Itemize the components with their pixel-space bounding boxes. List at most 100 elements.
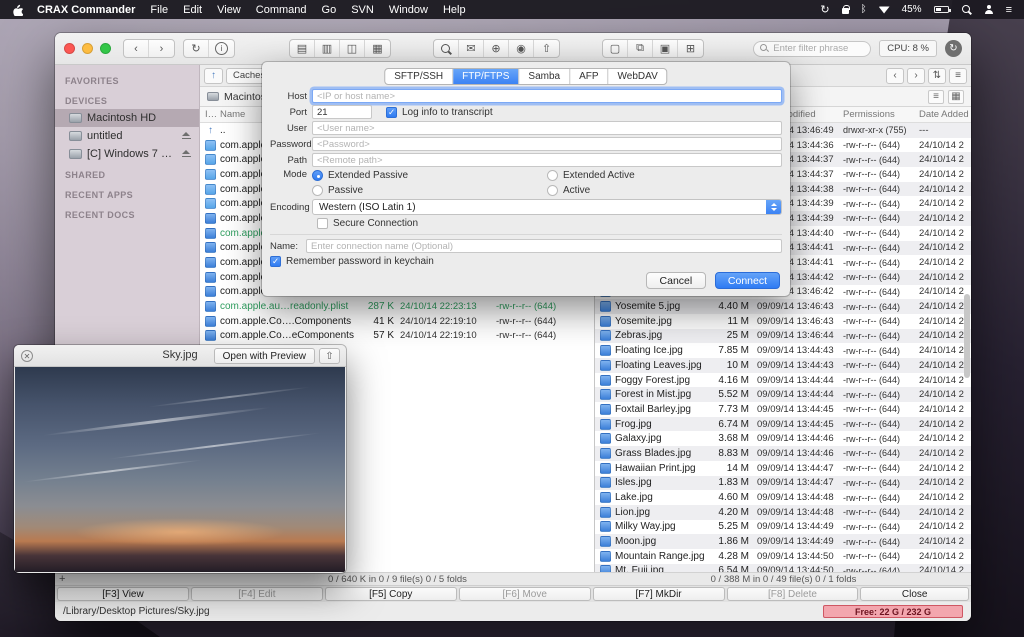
function-key-button[interactable]: [F7] MkDir — [593, 587, 725, 601]
file-row[interactable]: Zebras.jpg 25 M 09/09/14 13:46:44 -rw-r-… — [595, 329, 971, 344]
file-row[interactable]: Mountain Range.jpg 4.28 M 09/09/14 13:44… — [595, 549, 971, 564]
zoom-window-button[interactable] — [100, 43, 111, 54]
share-icon[interactable]: ⇧ — [319, 348, 340, 364]
back-icon[interactable]: ‹ — [886, 68, 904, 84]
share-icon[interactable]: ⇧ — [534, 40, 559, 57]
new-file-icon[interactable]: ▢ — [603, 40, 628, 57]
function-key-button[interactable]: [F4] Edit — [191, 587, 323, 601]
info-icon[interactable] — [209, 40, 234, 57]
column-header[interactable]: Date Added — [919, 109, 971, 120]
menubar-menu[interactable]: Go — [322, 4, 337, 16]
apple-menu-icon[interactable] — [12, 3, 23, 16]
secure-connection-checkbox[interactable]: Secure Connection — [317, 218, 418, 229]
host-input[interactable] — [312, 89, 782, 103]
connect-button[interactable]: Connect — [715, 272, 780, 289]
column-header[interactable]: I… — [200, 109, 220, 120]
remember-password-checkbox[interactable]: ✓ Remember password in keychain — [270, 256, 434, 267]
battery-icon[interactable] — [934, 6, 949, 13]
mode-radio[interactable]: Extended Passive — [312, 170, 547, 181]
file-row[interactable]: Grass Blades.jpg 8.83 M 09/09/14 13:44:4… — [595, 446, 971, 461]
filter-list-icon[interactable]: ≡ — [949, 68, 967, 84]
network-icon[interactable]: ⊕ — [484, 40, 509, 57]
spotlight-icon[interactable] — [961, 4, 972, 15]
mode-radio[interactable]: Extended Active — [547, 170, 635, 181]
password-input[interactable] — [312, 137, 782, 151]
function-key-button[interactable]: [F3] View — [57, 587, 189, 601]
file-row[interactable]: Foxtail Barley.jpg 7.73 M 09/09/14 13:44… — [595, 402, 971, 417]
file-row[interactable]: Galaxy.jpg 3.68 M 09/09/14 13:44:46 -rw-… — [595, 431, 971, 446]
list-view-icon[interactable]: ≡ — [928, 90, 944, 104]
mail-icon[interactable]: ✉ — [459, 40, 484, 57]
view-dual-pane-icon[interactable]: ◫ — [340, 40, 365, 57]
file-row[interactable]: Yosemite 5.jpg 4.40 M 09/09/14 13:46:43 … — [595, 299, 971, 314]
column-header[interactable]: Permissions — [843, 109, 919, 120]
file-row[interactable]: Isles.jpg 1.83 M 09/09/14 13:44:47 -rw-r… — [595, 476, 971, 491]
filter-input[interactable] — [773, 43, 864, 54]
file-row[interactable]: Yosemite.jpg 11 M 09/09/14 13:46:43 -rw-… — [595, 314, 971, 329]
sync-icon[interactable]: ↻ — [945, 40, 962, 57]
function-key-button[interactable]: Close — [860, 587, 969, 601]
sort-icon[interactable]: ⇅ — [928, 68, 946, 84]
view-brief-icon[interactable]: ▥ — [315, 40, 340, 57]
bluetooth-icon[interactable]: ᛒ — [861, 4, 867, 15]
path-input[interactable] — [312, 153, 782, 167]
eject-icon[interactable] — [182, 150, 191, 158]
menubar-menu[interactable]: Edit — [183, 4, 202, 16]
window-titlebar[interactable]: ‹› ↻ ▤▥◫▦ ✉⊕◉⇧ ▢⧉▣⊞ CPU: 8 % ↻ — [55, 33, 971, 65]
add-tab-button[interactable]: + — [59, 573, 65, 585]
parent-folder-button[interactable]: ↑ — [204, 68, 223, 84]
menubar-menu[interactable]: Help — [443, 4, 466, 16]
menubar-menu[interactable]: Window — [389, 4, 428, 16]
open-with-preview-button[interactable]: Open with Preview — [214, 348, 315, 364]
file-row[interactable]: com.apple.Co….Components 41 K 24/10/14 2… — [200, 314, 594, 329]
sidebar-item[interactable]: Macintosh HD — [55, 109, 199, 127]
cancel-button[interactable]: Cancel — [646, 272, 706, 289]
refresh-icon[interactable]: ↻ — [184, 40, 209, 57]
file-row[interactable]: com.apple.Co…eComponents 57 K 24/10/14 2… — [200, 329, 594, 344]
dialog-tab[interactable]: SFTP/SSH — [385, 69, 453, 84]
port-input[interactable] — [312, 105, 372, 119]
dialog-tab[interactable]: AFP — [570, 69, 608, 84]
mode-radio[interactable]: Active — [547, 185, 635, 196]
right-panel-scrollbar[interactable] — [964, 294, 970, 378]
new-folder-icon[interactable]: ⊞ — [678, 40, 703, 57]
notification-center-icon[interactable]: ≡ — [1006, 4, 1012, 16]
dialog-tab[interactable]: FTP/FTPS — [453, 69, 519, 84]
encoding-select[interactable]: Western (ISO Latin 1) — [312, 199, 782, 215]
wifi-icon[interactable] — [879, 6, 890, 14]
file-row[interactable]: Floating Leaves.jpg 10 M 09/09/14 13:44:… — [595, 358, 971, 373]
mode-radio[interactable]: Passive — [312, 185, 547, 196]
search-icon[interactable] — [434, 40, 459, 57]
lock-icon[interactable] — [842, 5, 849, 14]
user-input[interactable] — [312, 121, 782, 135]
file-row[interactable]: Foggy Forest.jpg 4.16 M 09/09/14 13:44:4… — [595, 373, 971, 388]
copy-file-icon[interactable]: ⧉ — [628, 40, 653, 57]
edit-file-icon[interactable]: ▣ — [653, 40, 678, 57]
eject-icon[interactable] — [182, 132, 191, 140]
log-transcript-checkbox[interactable]: ✓ Log info to transcript — [386, 107, 493, 118]
sidebar-item[interactable]: [C] Windows 7 x64 — [55, 145, 199, 163]
connection-name-input[interactable] — [306, 239, 782, 253]
menubar-menu[interactable]: File — [150, 4, 168, 16]
close-window-button[interactable] — [64, 43, 75, 54]
file-row[interactable]: Forest in Mist.jpg 5.52 M 09/09/14 13:44… — [595, 387, 971, 402]
time-machine-icon[interactable]: ↻ — [820, 3, 829, 16]
function-key-button[interactable]: [F8] Delete — [727, 587, 859, 601]
forward-icon[interactable]: › — [907, 68, 925, 84]
function-key-button[interactable]: [F6] Move — [459, 587, 591, 601]
file-row[interactable]: Floating Ice.jpg 7.85 M 09/09/14 13:44:4… — [595, 343, 971, 358]
menubar-menu[interactable]: View — [217, 4, 241, 16]
dialog-tab[interactable]: WebDAV — [609, 69, 667, 84]
filter-field[interactable] — [753, 41, 871, 57]
file-row[interactable]: Moon.jpg 1.86 M 09/09/14 13:44:49 -rw-r-… — [595, 534, 971, 549]
close-icon[interactable]: ✕ — [21, 350, 33, 362]
file-row[interactable]: Frog.jpg 6.74 M 09/09/14 13:44:45 -rw-r-… — [595, 417, 971, 432]
file-row[interactable]: Lake.jpg 4.60 M 09/09/14 13:44:48 -rw-r-… — [595, 490, 971, 505]
preview-titlebar[interactable]: ✕ Sky.jpg Open with Preview ⇧ — [14, 345, 346, 367]
forward-icon[interactable]: › — [149, 40, 174, 57]
file-row[interactable]: Lion.jpg 4.20 M 09/09/14 13:44:48 -rw-r-… — [595, 505, 971, 520]
menubar-menu[interactable]: Command — [256, 4, 307, 16]
minimize-window-button[interactable] — [82, 43, 93, 54]
thumb-view-icon[interactable]: ▦ — [948, 90, 964, 104]
dialog-tab[interactable]: Samba — [519, 69, 570, 84]
